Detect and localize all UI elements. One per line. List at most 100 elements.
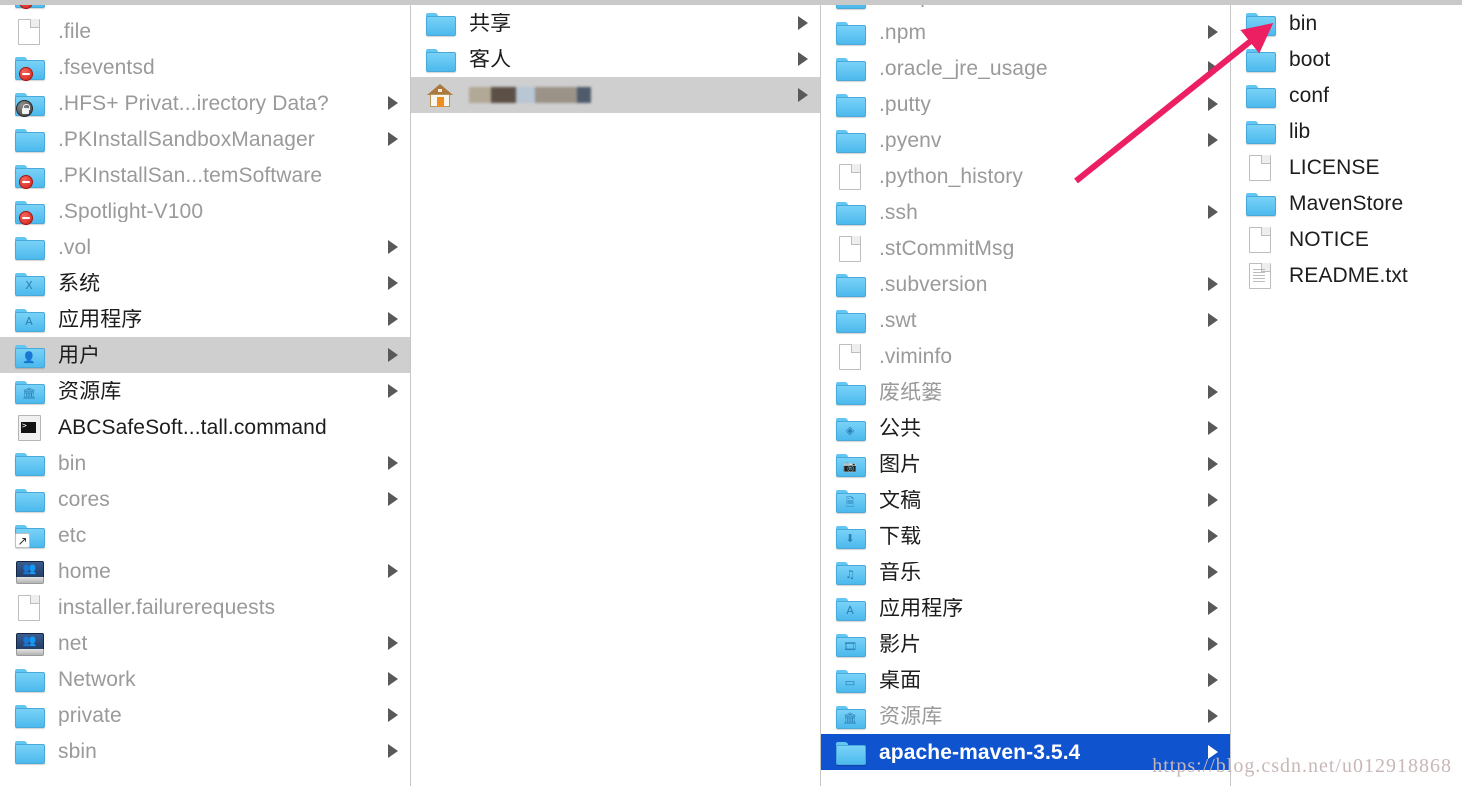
- file-row[interactable]: lib: [1231, 113, 1462, 149]
- disclosure-arrow-icon[interactable]: [1208, 709, 1218, 723]
- disclosure-arrow-icon[interactable]: [1208, 601, 1218, 615]
- file-row[interactable]: ▭ 桌面: [821, 662, 1230, 698]
- disclosure-arrow-icon[interactable]: [388, 492, 398, 506]
- file-row[interactable]: private: [0, 697, 410, 733]
- pictures-glyph: 📷: [843, 460, 857, 473]
- file-row[interactable]: ABCSafeSoft...tall.command: [0, 409, 410, 445]
- disclosure-arrow-icon[interactable]: [388, 708, 398, 722]
- file-row[interactable]: 🗎 文稿: [821, 482, 1230, 518]
- file-row[interactable]: bin: [1231, 5, 1462, 41]
- file-row[interactable]: boot: [1231, 41, 1462, 77]
- disclosure-arrow-icon[interactable]: [1208, 205, 1218, 219]
- file-name-label: 下载: [879, 525, 922, 547]
- file-row[interactable]: 客人: [411, 41, 820, 77]
- file-row[interactable]: .HFS+ Privat...irectory Data?: [0, 85, 410, 121]
- folder-applications-icon: A: [14, 306, 45, 332]
- people-glyph: 👥: [22, 563, 37, 575]
- file-row[interactable]: bin: [0, 445, 410, 481]
- file-row[interactable]: 👤 用户: [0, 337, 410, 373]
- file-row[interactable]: .stCommitMsg: [821, 230, 1230, 266]
- file-row[interactable]: 👥 home: [0, 553, 410, 589]
- file-row[interactable]: .PKInstallSandboxManager: [0, 121, 410, 157]
- file-name-label: 资源库: [879, 705, 943, 727]
- file-row[interactable]: README.txt: [1231, 257, 1462, 293]
- file-row[interactable]: 废纸篓: [821, 374, 1230, 410]
- disclosure-arrow-icon[interactable]: [1208, 277, 1218, 291]
- file-row[interactable]: .vol: [0, 229, 410, 265]
- disclosure-arrow-icon[interactable]: [1208, 493, 1218, 507]
- disclosure-arrow-icon[interactable]: [1208, 529, 1218, 543]
- finder-column-maven[interactable]: bin boot conf lib LICENSE MavenStore NOTICE REA…: [1231, 0, 1462, 786]
- disclosure-arrow-icon[interactable]: [388, 564, 398, 578]
- folder-deny-icon: [14, 162, 45, 189]
- file-row[interactable]: .swt: [821, 302, 1230, 338]
- disclosure-arrow-icon[interactable]: [1208, 421, 1218, 435]
- disclosure-arrow-icon[interactable]: [1208, 673, 1218, 687]
- file-row[interactable]: cores: [0, 481, 410, 517]
- disclosure-arrow-icon[interactable]: [798, 88, 808, 102]
- folder-deny-icon: [14, 198, 45, 225]
- folder-icon: [14, 738, 45, 764]
- disclosure-arrow-icon[interactable]: [388, 96, 398, 110]
- file-row[interactable]: A 应用程序: [0, 301, 410, 337]
- file-row[interactable]: .putty: [821, 86, 1230, 122]
- disclosure-arrow-icon[interactable]: [388, 636, 398, 650]
- file-row[interactable]: 🏛 资源库: [821, 698, 1230, 734]
- finder-column-home[interactable]: .matplotlib.npm.oracle_jre_usage.putty.p…: [821, 0, 1231, 786]
- file-row[interactable]: 🎞 影片: [821, 626, 1230, 662]
- file-row[interactable]: sbin: [0, 733, 410, 769]
- disclosure-arrow-icon[interactable]: [388, 744, 398, 758]
- file-row[interactable]: 共享: [411, 5, 820, 41]
- file-row[interactable]: ⬇ 下载: [821, 518, 1230, 554]
- file-row[interactable]: .oracle_jre_usage: [821, 50, 1230, 86]
- disclosure-arrow-icon[interactable]: [1208, 385, 1218, 399]
- disclosure-arrow-icon[interactable]: [798, 52, 808, 66]
- file-row[interactable]: .file: [0, 13, 410, 49]
- file-row[interactable]: 🏛 资源库: [0, 373, 410, 409]
- file-row[interactable]: .npm: [821, 14, 1230, 50]
- file-row[interactable]: conf: [1231, 77, 1462, 113]
- file-row[interactable]: NOTICE: [1231, 221, 1462, 257]
- file-row[interactable]: Network: [0, 661, 410, 697]
- disclosure-arrow-icon[interactable]: [1208, 133, 1218, 147]
- disclosure-arrow-icon[interactable]: [388, 132, 398, 146]
- file-row[interactable]: X 系统: [0, 265, 410, 301]
- file-row[interactable]: ♫ 音乐: [821, 554, 1230, 590]
- disclosure-arrow-icon[interactable]: [1208, 565, 1218, 579]
- finder-column-root[interactable]: .DocumentRevisions-V100.file.fseventsd.H…: [0, 0, 411, 786]
- disclosure-arrow-icon[interactable]: [798, 16, 808, 30]
- disclosure-arrow-icon[interactable]: [388, 672, 398, 686]
- disclosure-arrow-icon[interactable]: [388, 240, 398, 254]
- disclosure-arrow-icon[interactable]: [388, 348, 398, 362]
- disclosure-arrow-icon[interactable]: [1208, 637, 1218, 651]
- file-row[interactable]: .Spotlight-V100: [0, 193, 410, 229]
- file-row[interactable]: ◈ 公共: [821, 410, 1230, 446]
- finder-column-users[interactable]: 共享 客人: [411, 0, 821, 786]
- file-name-label: .PKInstallSandboxManager: [58, 128, 315, 150]
- file-row[interactable]: A 应用程序: [821, 590, 1230, 626]
- disclosure-arrow-icon[interactable]: [1208, 61, 1218, 75]
- file-row[interactable]: 📷 图片: [821, 446, 1230, 482]
- disclosure-arrow-icon[interactable]: [388, 312, 398, 326]
- file-row[interactable]: .subversion: [821, 266, 1230, 302]
- disclosure-arrow-icon[interactable]: [388, 384, 398, 398]
- disclosure-arrow-icon[interactable]: [1208, 97, 1218, 111]
- file-row[interactable]: .fseventsd: [0, 49, 410, 85]
- file-row[interactable]: .viminfo: [821, 338, 1230, 374]
- disclosure-arrow-icon[interactable]: [388, 276, 398, 290]
- disclosure-arrow-icon[interactable]: [1208, 313, 1218, 327]
- file-row[interactable]: .ssh: [821, 194, 1230, 230]
- file-row[interactable]: installer.failurerequests: [0, 589, 410, 625]
- file-row[interactable]: [411, 77, 820, 113]
- file-row[interactable]: .PKInstallSan...temSoftware: [0, 157, 410, 193]
- file-row[interactable]: ↗ etc: [0, 517, 410, 553]
- disclosure-arrow-icon[interactable]: [1208, 457, 1218, 471]
- file-row[interactable]: .python_history: [821, 158, 1230, 194]
- file-name-label: 资源库: [58, 380, 122, 402]
- file-row[interactable]: MavenStore: [1231, 185, 1462, 221]
- file-row[interactable]: .pyenv: [821, 122, 1230, 158]
- disclosure-arrow-icon[interactable]: [1208, 25, 1218, 39]
- file-row[interactable]: 👥 net: [0, 625, 410, 661]
- file-row[interactable]: LICENSE: [1231, 149, 1462, 185]
- disclosure-arrow-icon[interactable]: [388, 456, 398, 470]
